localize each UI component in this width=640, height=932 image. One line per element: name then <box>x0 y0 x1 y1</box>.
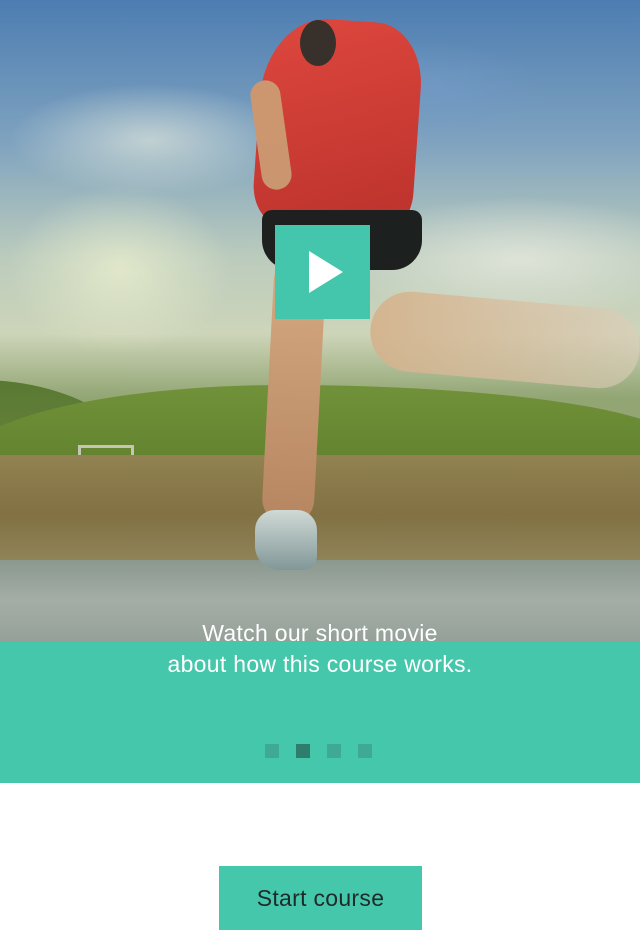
caption-line-2: about how this course works. <box>167 651 473 677</box>
play-icon <box>308 251 343 293</box>
page-dot-2-active[interactable] <box>296 744 310 758</box>
video-caption: Watch our short movie about how this cou… <box>0 618 640 680</box>
play-video-button[interactable] <box>275 225 370 319</box>
page-dot-3[interactable] <box>327 744 341 758</box>
start-course-button[interactable]: Start course <box>219 866 422 930</box>
hero-overlay <box>0 0 640 642</box>
caption-line-1: Watch our short movie <box>202 620 438 646</box>
page-dot-4[interactable] <box>358 744 372 758</box>
onboarding-screen: Watch our short movie about how this cou… <box>0 0 640 932</box>
runner-on-trail-image <box>0 0 640 642</box>
page-indicator <box>265 744 375 758</box>
page-dot-1[interactable] <box>265 744 279 758</box>
